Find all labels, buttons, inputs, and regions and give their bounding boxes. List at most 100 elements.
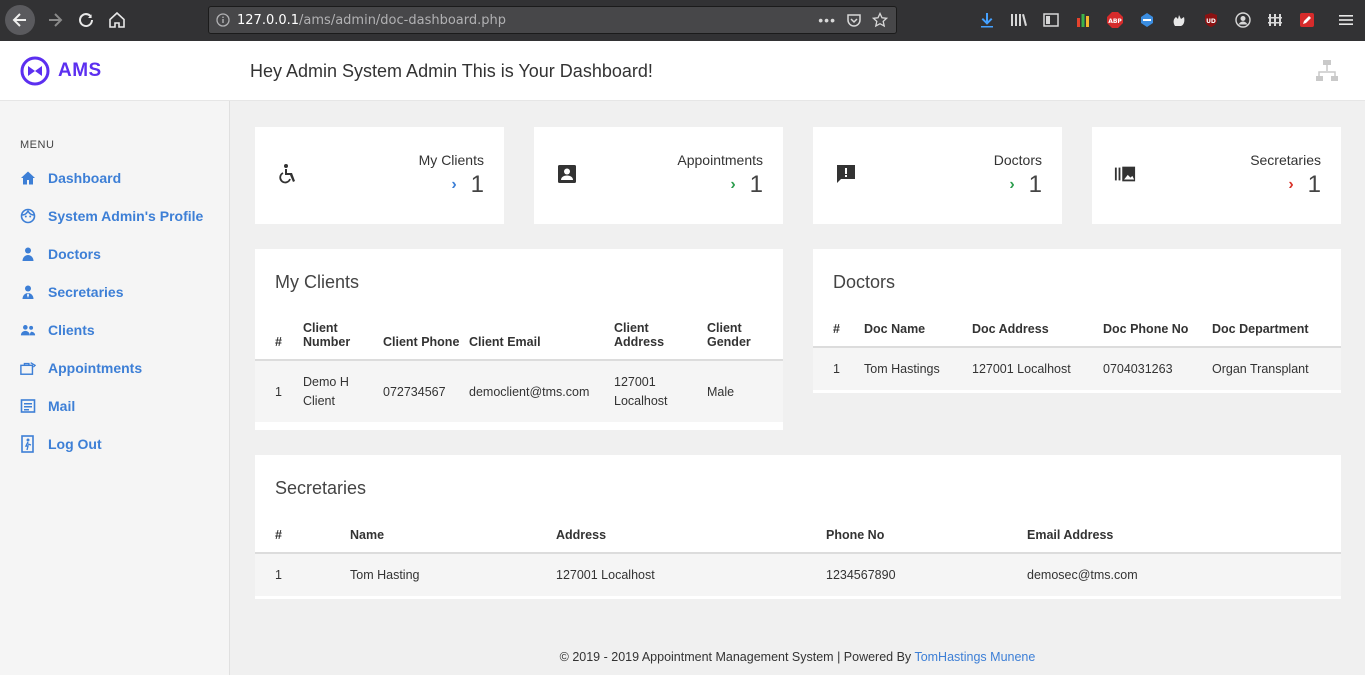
app-header: AMS Hey Admin System Admin This is Your …	[0, 41, 1365, 101]
download-icon[interactable]	[975, 8, 999, 32]
chevron-right-icon: ›	[451, 176, 457, 193]
doctor-icon	[20, 246, 36, 262]
stat-card-secretaries[interactable]: Secretaries › 1	[1092, 127, 1341, 224]
url-path: /ams/admin/doc-dashboard.php	[299, 12, 506, 28]
library-icon[interactable]	[1007, 8, 1031, 32]
sidebar-item-label: Clients	[48, 322, 95, 338]
adblock-icon[interactable]: ABP	[1103, 8, 1127, 32]
logo-icon	[20, 56, 50, 86]
column-header: #	[255, 528, 350, 554]
sidebar-item-mail[interactable]: Mail	[20, 398, 75, 414]
pocket-icon[interactable]	[846, 12, 862, 28]
chevron-right-icon: ›	[1288, 176, 1294, 193]
sidebar-item-secretaries[interactable]: Secretaries	[20, 284, 124, 300]
url-bar[interactable]: 127.0.0.1/ams/admin/doc-dashboard.php ••…	[208, 6, 897, 34]
info-icon[interactable]	[209, 13, 237, 27]
photo-library-icon	[1114, 163, 1136, 185]
stat-card-appointments[interactable]: Appointments › 1	[534, 127, 783, 224]
stat-title: My Clients	[418, 152, 484, 168]
stat-value: 1	[1307, 171, 1321, 198]
sidebar-item-profile[interactable]: System Admin's Profile	[20, 208, 203, 224]
home-icon	[20, 170, 36, 186]
sidebar-item-appointments[interactable]: Appointments	[20, 360, 142, 376]
table-cell: 1	[255, 360, 303, 422]
table-header-row: # Name Address Phone No Email Address	[255, 528, 1341, 554]
stat-title: Secretaries	[1250, 152, 1321, 168]
extension-hand-icon[interactable]	[1167, 8, 1191, 32]
people-icon	[20, 322, 36, 338]
table-row[interactable]: 1 Tom Hasting 127001 Localhost 123456789…	[255, 553, 1341, 596]
home-outline-icon	[109, 12, 125, 28]
ublock-icon[interactable]: UD	[1199, 8, 1223, 32]
table-cell: 127001 Localhost	[556, 553, 826, 596]
column-header: Client Address	[614, 321, 707, 361]
sitemap-icon[interactable]	[1314, 58, 1340, 89]
doctors-table: # Doc Name Doc Address Doc Phone No Doc …	[813, 322, 1341, 390]
home-button[interactable]	[102, 5, 132, 35]
account-icon[interactable]	[1231, 8, 1255, 32]
column-header: Client Number	[303, 321, 383, 361]
stat-card-clients[interactable]: My Clients › 1	[255, 127, 504, 224]
table-cell: 072734567	[383, 360, 469, 422]
panel-title: Secretaries	[275, 478, 367, 498]
sidebar-item-dashboard[interactable]: Dashboard	[20, 170, 121, 186]
sidebar-item-label: Log Out	[48, 436, 102, 452]
url-text[interactable]: 127.0.0.1/ams/admin/doc-dashboard.php	[237, 13, 818, 28]
face-icon	[20, 208, 36, 224]
hamburger-menu-icon[interactable]	[1334, 8, 1358, 32]
page-title: Hey Admin System Admin This is Your Dash…	[250, 61, 653, 81]
extension-blue-icon[interactable]	[1135, 8, 1159, 32]
sidebar-item-logout[interactable]: Log Out	[20, 435, 102, 453]
column-header: Doc Department	[1212, 322, 1341, 348]
forward-button[interactable]	[40, 5, 70, 35]
sidebar-toggle-icon[interactable]	[1039, 8, 1063, 32]
table-cell: 127001 Localhost	[614, 360, 707, 422]
panel-title: Doctors	[833, 272, 896, 292]
extension-fence-icon[interactable]	[1263, 8, 1287, 32]
column-header: Client Email	[469, 321, 614, 361]
browser-toolbar: 127.0.0.1/ams/admin/doc-dashboard.php ••…	[0, 0, 1365, 41]
chevron-right-icon: ›	[730, 176, 736, 193]
secretaries-panel: Secretaries # Name Address Phone No Emai…	[255, 455, 1341, 599]
briefcase-icon	[20, 360, 36, 376]
sidebar-item-clients[interactable]: Clients	[20, 322, 95, 338]
bookmark-star-icon[interactable]	[872, 12, 888, 28]
logo[interactable]: AMS	[20, 56, 102, 86]
arrow-right-icon	[49, 13, 63, 27]
back-button[interactable]	[5, 5, 35, 35]
column-header: Doc Phone No	[1103, 322, 1212, 348]
column-header: Name	[350, 528, 556, 554]
logout-icon	[20, 435, 36, 453]
menu-label: MENU	[20, 139, 55, 151]
extension-bars-icon[interactable]	[1071, 8, 1095, 32]
column-header: #	[813, 322, 864, 348]
column-header: #	[255, 321, 303, 361]
table-cell: Tom Hasting	[350, 553, 556, 596]
chevron-right-icon: ›	[1009, 176, 1015, 193]
stat-value: 1	[749, 171, 763, 198]
reload-button[interactable]	[71, 5, 101, 35]
more-actions-icon[interactable]: •••	[818, 12, 836, 28]
stat-value: 1	[1028, 171, 1042, 198]
stat-card-doctors[interactable]: Doctors › 1	[813, 127, 1062, 224]
contact-card-icon	[556, 163, 578, 185]
table-row[interactable]: 1 Demo H Client 072734567 democlient@tms…	[255, 360, 783, 422]
url-host: 127.0.0.1	[237, 12, 300, 28]
sidebar-item-doctors[interactable]: Doctors	[20, 246, 101, 262]
column-header: Doc Address	[972, 322, 1103, 348]
stat-title: Doctors	[993, 152, 1042, 168]
sidebar-item-label: System Admin's Profile	[48, 208, 204, 224]
table-header-row: # Client Number Client Phone Client Emai…	[255, 321, 783, 361]
footer-author-link[interactable]: TomHastings Munene	[914, 650, 1035, 664]
mail-icon	[20, 398, 36, 414]
secretaries-table: # Name Address Phone No Email Address 1 …	[255, 528, 1341, 596]
table-cell: Tom Hastings	[864, 347, 972, 390]
table-cell: Organ Transplant	[1212, 347, 1341, 390]
extension-pen-icon[interactable]	[1295, 8, 1319, 32]
table-cell: 1	[255, 553, 350, 596]
table-cell: 1	[813, 347, 864, 390]
sidebar: MENU Dashboard System Admin's Profile Do…	[0, 101, 230, 675]
table-row[interactable]: 1 Tom Hastings 127001 Localhost 07040312…	[813, 347, 1341, 390]
footer-text: © 2019 - 2019 Appointment Management Sys…	[559, 650, 912, 664]
column-header: Phone No	[826, 528, 1027, 554]
